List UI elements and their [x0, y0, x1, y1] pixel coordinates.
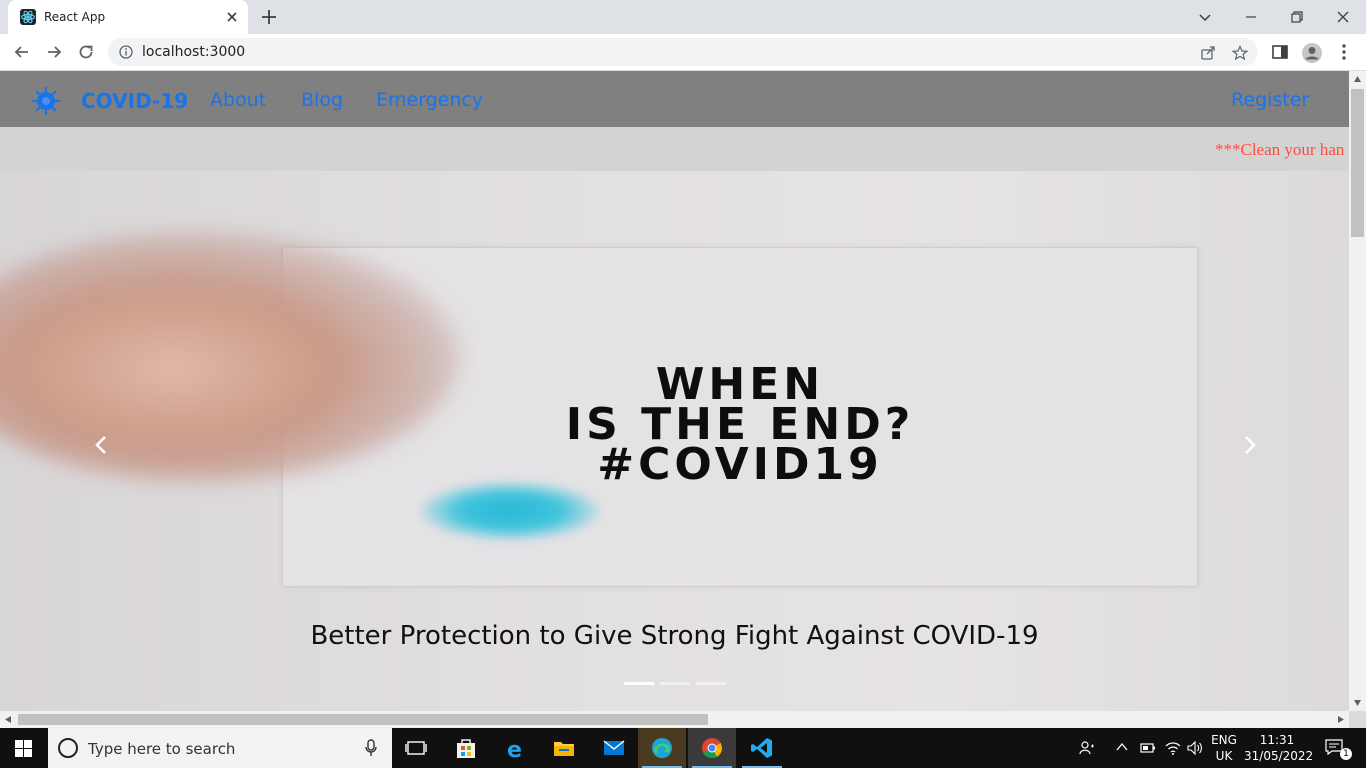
scroll-up-icon[interactable] — [1353, 75, 1362, 83]
poster-line-3: #COVID19 — [597, 439, 883, 490]
screen: React App localhost:3000 COVID-19 About … — [0, 0, 1366, 768]
vertical-scroll-thumb[interactable] — [1351, 89, 1364, 237]
taskbar-search-box[interactable]: Type here to search — [48, 728, 392, 768]
battery-icon[interactable] — [1138, 728, 1158, 768]
language-indicator[interactable]: ENG UK — [1208, 728, 1240, 768]
browser-toolbar — [0, 34, 1366, 71]
volume-icon[interactable] — [1184, 728, 1206, 768]
show-hidden-icons-chevron-up-icon[interactable] — [1112, 728, 1132, 768]
url-input[interactable] — [142, 42, 1042, 62]
carousel-prev-icon[interactable] — [90, 433, 114, 457]
nav-link-about[interactable]: About — [210, 89, 266, 111]
nav-link-emergency[interactable]: Emergency — [376, 89, 483, 111]
toothbrush-image — [420, 481, 600, 541]
address-bar[interactable] — [108, 38, 1258, 66]
react-favicon-icon — [20, 9, 36, 25]
taskbar-search-placeholder: Type here to search — [88, 740, 236, 758]
task-view-icon[interactable] — [392, 728, 440, 768]
scrollbar-corner — [1349, 711, 1366, 728]
site-navbar: COVID-19 About Blog Emergency Register — [0, 71, 1349, 127]
side-panel-icon[interactable] — [1270, 42, 1290, 62]
share-icon[interactable] — [1200, 45, 1216, 61]
minimize-icon[interactable] — [1228, 0, 1274, 34]
new-tab-icon[interactable] — [260, 8, 278, 26]
cortana-circle-icon — [58, 738, 78, 758]
menu-kebab-icon[interactable] — [1334, 42, 1354, 62]
scroll-left-icon[interactable] — [4, 715, 12, 724]
wifi-icon[interactable] — [1162, 728, 1184, 768]
lang-code: ENG — [1211, 733, 1237, 747]
chrome-browser-icon[interactable] — [688, 728, 736, 768]
carousel-next-icon[interactable] — [1237, 433, 1261, 457]
carousel-caption: Better Protection to Give Strong Fight A… — [310, 621, 1039, 651]
tab-title: React App — [44, 10, 106, 24]
microsoft-store-icon[interactable] — [442, 728, 490, 768]
forward-arrow-icon[interactable] — [44, 42, 64, 62]
clock-time: 11:31 — [1259, 733, 1295, 747]
internet-explorer-icon[interactable]: e — [492, 728, 540, 768]
edge-browser-icon[interactable] — [638, 728, 686, 768]
carousel-indicator-2[interactable] — [660, 682, 690, 685]
carousel-indicator-1[interactable] — [624, 682, 654, 685]
page-viewport: COVID-19 About Blog Emergency Register *… — [0, 71, 1349, 711]
horizontal-scrollbar[interactable] — [0, 711, 1349, 728]
carousel-indicator-3[interactable] — [696, 682, 726, 685]
register-link[interactable]: Register — [1231, 89, 1309, 111]
reload-icon[interactable] — [76, 42, 96, 62]
back-arrow-icon[interactable] — [12, 42, 32, 62]
svg-text:e: e — [507, 738, 522, 760]
nav-link-blog[interactable]: Blog — [301, 89, 343, 111]
close-tab-icon[interactable] — [224, 9, 240, 25]
virus-logo-icon[interactable] — [30, 85, 62, 117]
clock-date: 31/05/2022 — [1244, 749, 1314, 763]
scroll-right-icon[interactable] — [1337, 715, 1345, 724]
tab-search-chevron-down-icon[interactable] — [1182, 0, 1228, 34]
microphone-icon[interactable] — [364, 739, 378, 757]
action-center-icon[interactable]: 1 — [1318, 728, 1358, 768]
hero-carousel: WHEN IS THE END? #COVID19 Better Protect… — [0, 171, 1349, 711]
mail-icon[interactable] — [590, 728, 638, 768]
carousel-indicators — [624, 681, 734, 687]
browser-tab[interactable]: React App — [8, 0, 248, 34]
file-explorer-icon[interactable] — [540, 728, 588, 768]
people-icon[interactable] — [1076, 728, 1098, 768]
browser-tab-strip: React App — [0, 0, 1366, 34]
vertical-scrollbar[interactable] — [1349, 71, 1366, 711]
site-info-icon[interactable] — [119, 45, 133, 59]
notification-count: 1 — [1340, 748, 1352, 760]
restore-icon[interactable] — [1274, 0, 1320, 34]
windows-start-icon[interactable] — [0, 728, 48, 768]
close-window-icon[interactable] — [1320, 0, 1366, 34]
horizontal-scroll-thumb[interactable] — [18, 714, 708, 725]
bookmark-star-icon[interactable] — [1231, 45, 1249, 61]
profile-avatar-icon[interactable] — [1301, 42, 1322, 63]
clock[interactable]: 11:31 31/05/2022 — [1244, 728, 1314, 768]
notice-marquee: ***Clean your han — [0, 127, 1349, 171]
vscode-icon[interactable] — [738, 728, 786, 768]
notice-text: ***Clean your han — [1215, 140, 1345, 159]
windows-taskbar: Type here to search e ENG UK 11:31 31/05… — [0, 728, 1366, 768]
brand-link[interactable]: COVID-19 — [81, 89, 188, 113]
region-code: UK — [1215, 749, 1233, 763]
scroll-down-icon[interactable] — [1353, 699, 1362, 707]
